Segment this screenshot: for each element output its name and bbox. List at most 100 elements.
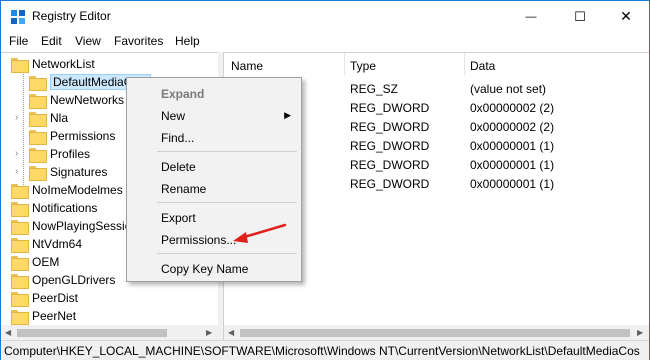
folder-icon <box>29 111 47 127</box>
tree-item-label: OEM <box>32 255 60 269</box>
folder-icon <box>11 183 29 199</box>
tree-item-signatures[interactable]: Signatures <box>29 163 107 181</box>
value-type: REG_DWORD <box>350 158 430 172</box>
menu-item-expand[interactable]: Expand <box>161 87 204 101</box>
menu-item-permissions[interactable]: Permissions... <box>161 233 236 247</box>
folder-icon <box>11 201 29 217</box>
context-menu: Expand New ▶ Find... Delete Rename Expor… <box>126 77 302 282</box>
folder-icon <box>29 165 47 181</box>
tree-item-networklist[interactable]: NetworkList <box>11 55 95 73</box>
tree-item-peernet[interactable]: PeerNet <box>11 307 76 325</box>
scroll-left-icon[interactable]: ◀ <box>228 328 234 337</box>
column-header-data[interactable]: Data <box>470 59 495 73</box>
maximize-button[interactable]: ☐ <box>557 1 603 32</box>
folder-icon <box>11 273 29 289</box>
column-divider[interactable] <box>344 53 345 75</box>
menu-item-export[interactable]: Export <box>161 211 196 225</box>
tree-item-label: Signatures <box>50 165 108 179</box>
value-type: REG_DWORD <box>350 101 430 115</box>
folder-icon <box>11 237 29 253</box>
menu-item-find[interactable]: Find... <box>161 131 194 145</box>
menu-bar: File Edit View Favorites Help <box>1 32 649 52</box>
minimize-icon: — <box>525 10 537 23</box>
folder-icon <box>11 57 29 73</box>
tree-item-noimemodelmes[interactable]: NoImeModelmes <box>11 181 123 199</box>
tree-item-label: NtVdm64 <box>32 237 83 251</box>
title-bar[interactable]: Registry Editor — ☐ ✕ <box>1 1 649 32</box>
scrollbar-thumb[interactable] <box>240 329 630 337</box>
menu-item-rename[interactable]: Rename <box>161 182 206 196</box>
value-data: 0x00000002 (2) <box>470 101 555 115</box>
tree-item-ntvdm64[interactable]: NtVdm64 <box>11 235 82 253</box>
menu-item-new[interactable]: New <box>161 109 185 123</box>
column-divider[interactable] <box>464 53 465 75</box>
chevron-right-icon: ▶ <box>284 110 291 120</box>
chevron-right-icon[interactable]: › <box>15 166 18 177</box>
column-header-type[interactable]: Type <box>350 59 376 73</box>
value-data: (value not set) <box>470 82 547 96</box>
menu-help[interactable]: Help <box>175 34 200 48</box>
value-data: 0x00000001 (1) <box>470 177 555 191</box>
scroll-right-icon[interactable]: ▶ <box>637 328 643 337</box>
window-title: Registry Editor <box>32 9 111 23</box>
value-type: REG_DWORD <box>350 120 430 134</box>
tree-item-nowplayingsession[interactable]: NowPlayingSession <box>11 217 138 235</box>
menu-item-copy-key-name[interactable]: Copy Key Name <box>161 262 248 276</box>
menu-separator <box>157 202 297 203</box>
folder-icon <box>29 75 47 91</box>
status-bar: Computer\HKEY_LOCAL_MACHINE\SOFTWARE\Mic… <box>1 340 649 360</box>
scroll-left-icon[interactable]: ◀ <box>5 328 11 337</box>
folder-icon <box>11 219 29 235</box>
tree-item-newnetworks[interactable]: NewNetworks <box>29 91 124 109</box>
folder-icon <box>29 93 47 109</box>
close-icon: ✕ <box>620 8 632 24</box>
tree-item-label: NetworkList <box>32 57 95 71</box>
folder-icon <box>29 147 47 163</box>
tree-horizontal-scrollbar[interactable]: ◀ ▶ <box>1 325 218 340</box>
tree-item-label: NowPlayingSession <box>32 219 139 233</box>
tree-item-oem[interactable]: OEM <box>11 253 59 271</box>
tree-item-label: Notifications <box>32 201 98 215</box>
registry-editor-icon <box>11 10 25 24</box>
folder-icon <box>11 291 29 307</box>
menu-file[interactable]: File <box>9 34 28 48</box>
key-path: Computer\HKEY_LOCAL_MACHINE\SOFTWARE\Mic… <box>4 344 640 358</box>
red-arrow-icon <box>233 223 287 243</box>
column-header-name[interactable]: Name <box>231 59 263 73</box>
close-button[interactable]: ✕ <box>603 1 649 32</box>
tree-item-label: Permissions <box>50 129 116 143</box>
value-data: 0x00000001 (1) <box>470 158 555 172</box>
scroll-right-icon[interactable]: ▶ <box>206 328 212 337</box>
tree-item-label: OpenGLDrivers <box>32 273 116 287</box>
tree-item-label: PeerNet <box>32 309 77 323</box>
tree-item-notifications[interactable]: Notifications <box>11 199 97 217</box>
minimize-button[interactable]: — <box>508 1 554 32</box>
menu-favorites[interactable]: Favorites <box>114 34 163 48</box>
tree-item-permissions[interactable]: Permissions <box>29 127 115 145</box>
value-type: REG_SZ <box>350 82 399 96</box>
menu-separator <box>157 151 297 152</box>
scrollbar-thumb[interactable] <box>17 329 167 337</box>
tree-item-opengldrivers[interactable]: OpenGLDrivers <box>11 271 115 289</box>
tree-item-peerdist[interactable]: PeerDist <box>11 289 78 307</box>
menu-item-delete[interactable]: Delete <box>161 160 196 174</box>
menu-view[interactable]: View <box>75 34 101 48</box>
value-data: 0x00000001 (1) <box>470 139 555 153</box>
menu-separator <box>157 253 297 254</box>
value-type: REG_DWORD <box>350 139 430 153</box>
maximize-icon: ☐ <box>574 8 586 24</box>
folder-icon <box>29 129 47 145</box>
chevron-right-icon[interactable]: › <box>15 148 18 159</box>
folder-icon <box>11 309 29 325</box>
tree-guide-line <box>23 63 24 193</box>
chevron-right-icon[interactable]: › <box>15 112 18 123</box>
tree-item-profiles[interactable]: Profiles <box>29 145 90 163</box>
tree-item-label: Profiles <box>50 147 91 161</box>
list-horizontal-scrollbar[interactable]: ◀ ▶ <box>224 325 649 340</box>
tree-item-nla[interactable]: Nla <box>29 109 68 127</box>
registry-editor-window: Registry Editor — ☐ ✕ File Edit View Fav… <box>0 0 650 360</box>
tree-item-label: PeerDist <box>32 291 79 305</box>
menu-edit[interactable]: Edit <box>41 34 62 48</box>
value-data: 0x00000002 (2) <box>470 120 555 134</box>
tree-item-label: Nla <box>50 111 69 125</box>
